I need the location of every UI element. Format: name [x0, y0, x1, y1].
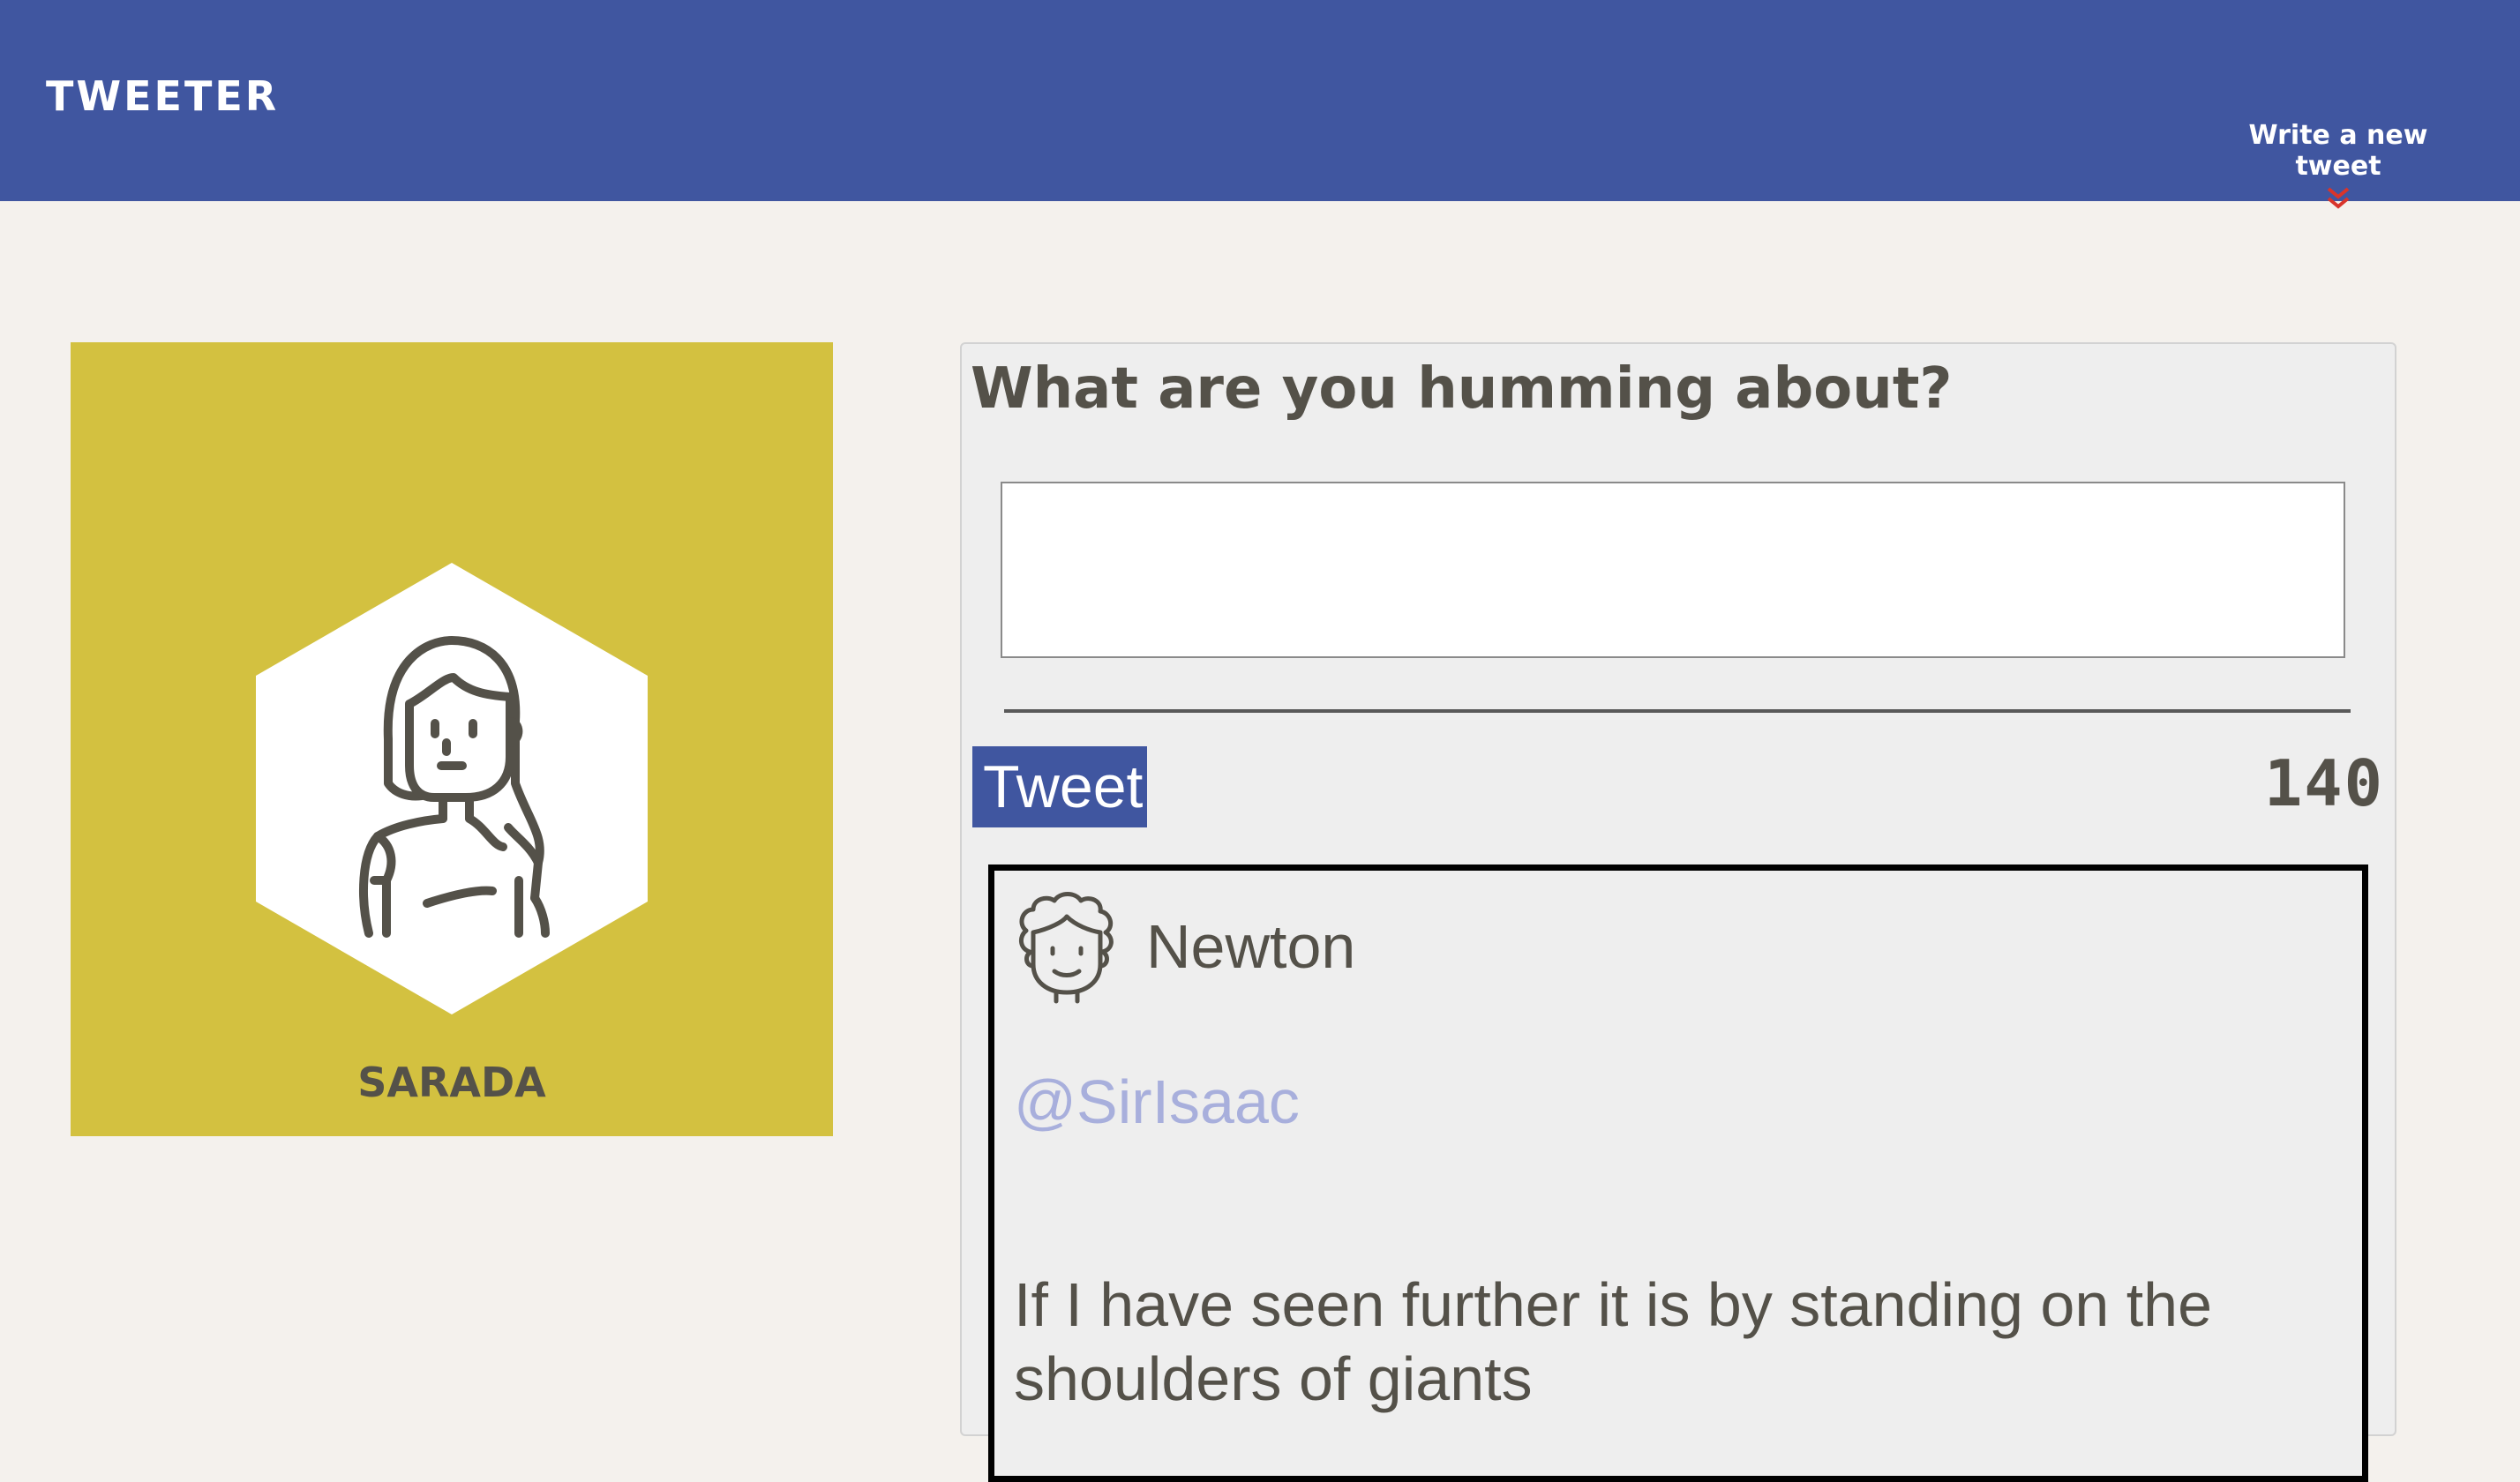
top-nav-bar: TWEETER Write a new tweet [0, 0, 2520, 209]
char-counter: 140 [2263, 746, 2384, 820]
profile-avatar [254, 563, 649, 1014]
tweet-author-name[interactable]: Newton [1146, 911, 1355, 982]
tweet-button[interactable]: Tweet [972, 746, 1147, 827]
profile-name: SARADA [357, 1059, 546, 1106]
tweet-card: Newton @SirIsaac If I have seen further … [988, 864, 2368, 1482]
brand-logo[interactable]: TWEETER [46, 72, 279, 120]
profile-card: SARADA [71, 342, 833, 1136]
compose-divider [1004, 709, 2351, 713]
tweet-text: If I have seen further it is by standing… [1014, 1270, 2213, 1413]
girl-avatar-icon [256, 563, 648, 1014]
tweet-textarea[interactable] [1001, 482, 2345, 658]
tweet-author-handle[interactable]: @SirIsaac [1014, 1067, 1300, 1137]
compose-title: What are you humming about? [971, 356, 1953, 422]
write-new-tweet-toggle[interactable]: Write a new tweet [2224, 120, 2453, 212]
curly-hair-man-avatar-icon [1019, 892, 1114, 1004]
double-chevron-down-icon[interactable] [2323, 185, 2353, 212]
compose-panel: What are you humming about? Tweet 140 Ne… [960, 342, 2396, 1482]
write-new-tweet-label[interactable]: Write a new tweet [2224, 120, 2453, 182]
